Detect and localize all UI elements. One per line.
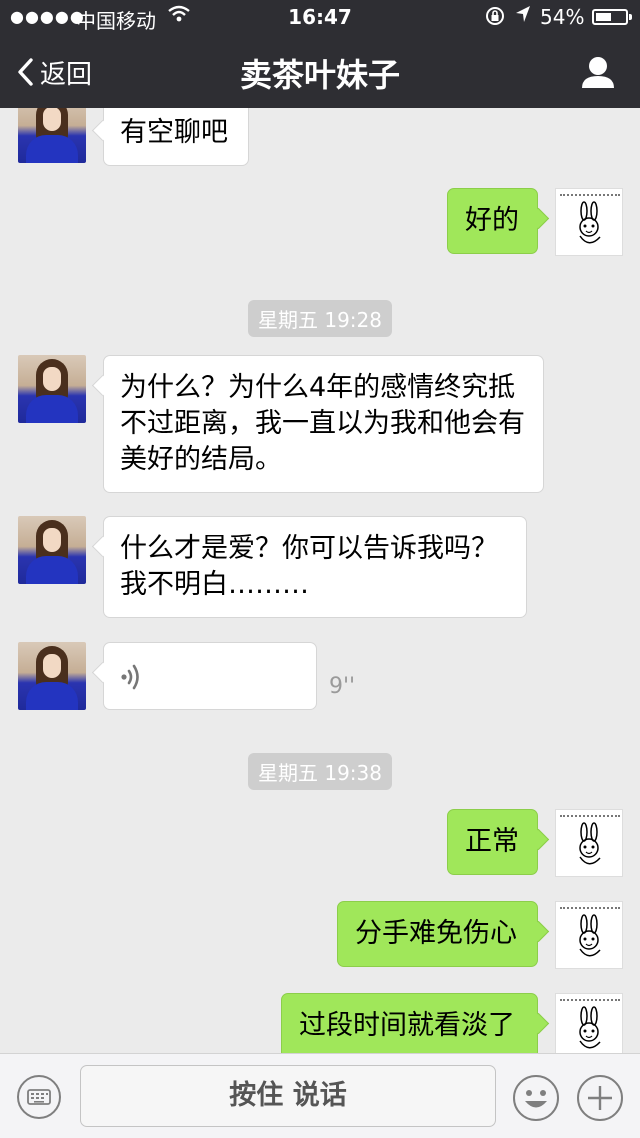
message-bubble-received[interactable]: 有空聊吧 [103,108,249,166]
rabbit-sketch-icon [579,201,601,244]
my-avatar[interactable] [555,188,623,256]
chat-area[interactable]: 有空聊吧 好的 星期五 19:28 为什么？为什么4年的感情终究抵不过距离，我一… [0,108,640,1053]
top-bar: ●●●●● 中国移动 16:47 54% 返回 卖茶叶妹子 [0,0,640,108]
sound-wave-icon [121,664,139,690]
rabbit-sketch-icon [579,1006,601,1049]
voice-duration: 9'' [329,674,356,699]
battery-icon [592,9,632,25]
message-bubble-received[interactable]: 为什么？为什么4年的感情终究抵不过距离，我一直以为我和他会有美好的结局。 [103,355,544,493]
emoji-icon [513,1075,559,1121]
emoji-button[interactable] [512,1074,560,1122]
keyboard-icon [17,1075,61,1119]
more-options-button[interactable] [576,1074,624,1122]
message-text: 为什么？为什么4年的感情终究抵不过距离，我一直以为我和他会有美好的结局。 [120,372,525,475]
timestamp: 星期五 19:38 [0,753,640,790]
keyboard-toggle-button[interactable] [16,1074,62,1120]
battery-nub [629,14,632,20]
contact-avatar[interactable] [18,516,86,584]
message-bubble-sent[interactable]: 正常 [447,809,538,875]
plus-icon [577,1075,623,1121]
contact-avatar[interactable] [18,642,86,710]
message-text: 分手难免伤心 [355,918,517,949]
status-bar: ●●●●● 中国移动 16:47 54% [0,0,640,36]
message-text: 过段时间就看淡了 [299,1010,515,1041]
my-avatar[interactable] [555,993,623,1053]
person-icon [582,57,614,88]
my-avatar[interactable] [555,901,623,969]
contact-avatar[interactable] [18,108,86,163]
input-bar: 按住 说话 [0,1053,640,1138]
profile-button[interactable] [578,54,618,92]
message-text: 好的 [465,205,519,236]
message-bubble-received[interactable]: 什么才是爱？你可以告诉我吗？我不明白……… [103,516,527,618]
contact-avatar[interactable] [18,355,86,423]
rotation-lock-icon [484,5,506,32]
timestamp-label: 星期五 19:38 [248,753,392,790]
location-arrow-icon [514,4,532,29]
rabbit-sketch-icon [579,914,601,957]
message-bubble-sent[interactable]: 好的 [447,188,538,254]
timestamp-label: 星期五 19:28 [248,300,392,337]
message-bubble-sent[interactable]: 过段时间就看淡了 [281,993,538,1053]
message-text: 有空聊吧 [120,117,228,148]
timestamp: 星期五 19:28 [0,300,640,337]
message-text: 正常 [465,826,519,857]
hold-to-talk-button[interactable]: 按住 说话 [80,1065,496,1127]
my-avatar[interactable] [555,809,623,877]
voice-message-bubble[interactable] [103,642,317,710]
rabbit-sketch-icon [579,822,601,865]
chat-title: 卖茶叶妹子 [239,56,400,94]
message-text: 什么才是爱？你可以告诉我吗？我不明白……… [120,533,498,600]
battery-level [596,13,611,21]
battery-percentage: 54% [540,5,585,29]
message-bubble-sent[interactable]: 分手难免伤心 [337,901,538,967]
